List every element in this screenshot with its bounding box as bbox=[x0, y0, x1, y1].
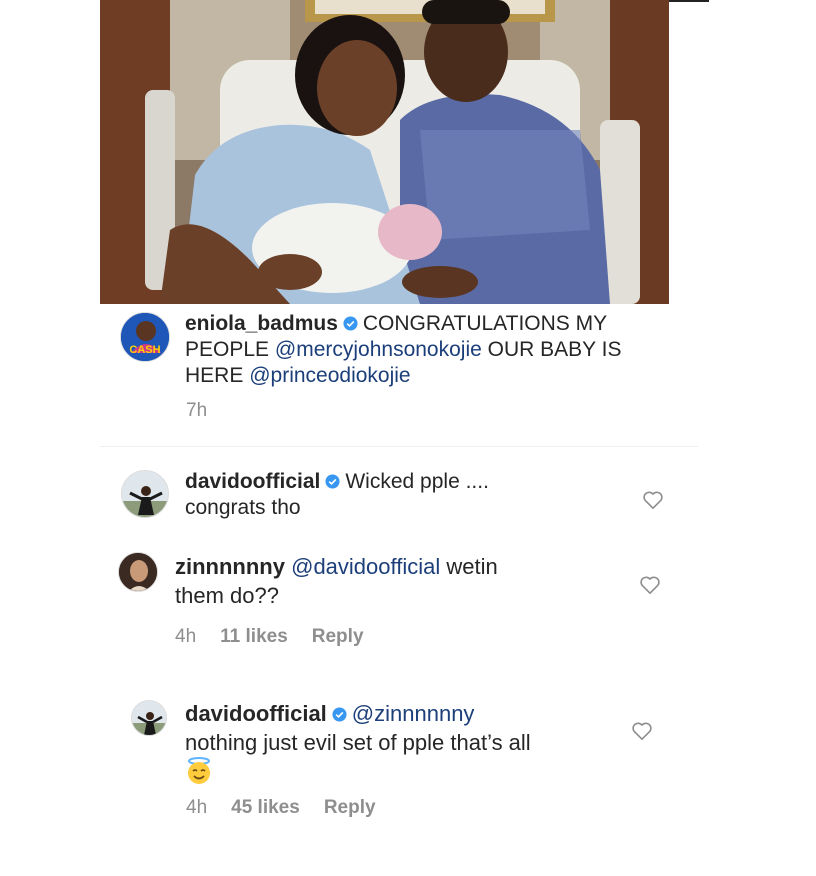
reply-button[interactable]: Reply bbox=[312, 626, 364, 647]
comment-2-meta: 4h 11 likes Reply bbox=[175, 626, 388, 648]
heart-like-icon[interactable] bbox=[642, 490, 664, 510]
verified-badge-icon bbox=[332, 707, 347, 722]
comment-text: wetin bbox=[446, 554, 498, 579]
timestamp: 7h bbox=[186, 400, 208, 421]
comment-username[interactable]: davidoofficial bbox=[185, 701, 327, 726]
caption-username[interactable]: eniola_badmus bbox=[185, 312, 338, 335]
caption-text: OUR BABY IS bbox=[487, 338, 622, 361]
comment-1: davidoofficial Wicked pple .... congrats … bbox=[185, 469, 625, 521]
comment-text: nothing just evil set of pple that’s all bbox=[185, 730, 531, 755]
comment-text: congrats tho bbox=[185, 496, 301, 519]
post-caption: eniola_badmus CONGRATULATIONS MY PEOPLE @… bbox=[185, 311, 665, 389]
avatar-image bbox=[132, 701, 166, 735]
avatar-davidoofficial[interactable] bbox=[131, 700, 167, 736]
heart-like-icon[interactable] bbox=[639, 575, 661, 595]
comment-text: Wicked pple .... bbox=[345, 470, 489, 493]
hospital-photo-illustration bbox=[100, 0, 669, 304]
heart-like-icon[interactable] bbox=[631, 721, 653, 741]
caption-text: PEOPLE bbox=[185, 338, 270, 361]
likes-count[interactable]: 45 likes bbox=[231, 797, 300, 818]
comment-3: davidoofficial @zinnnnnny nothing just ev… bbox=[185, 699, 625, 788]
smiling-face-with-halo-icon bbox=[188, 757, 210, 784]
mention-link[interactable]: @mercyjohnsonokojie bbox=[275, 338, 482, 361]
mention-link[interactable]: @princeodiokojie bbox=[249, 364, 410, 387]
comment-text: them do?? bbox=[175, 583, 279, 608]
divider-line bbox=[669, 0, 709, 2]
verified-badge-icon bbox=[325, 474, 340, 489]
avatar-image bbox=[119, 553, 157, 591]
mention-link[interactable]: @davidoofficial bbox=[291, 554, 440, 579]
post-photo[interactable] bbox=[100, 0, 669, 304]
caption-text: HERE bbox=[185, 364, 244, 387]
comment-2: zinnnnnny @davidoofficial wetin them do?… bbox=[175, 552, 595, 610]
caption-timestamp: 7h bbox=[186, 400, 231, 422]
avatar-davidoofficial[interactable] bbox=[121, 470, 169, 518]
comment-3-meta: 4h 45 likes Reply bbox=[186, 797, 400, 819]
likes-count[interactable]: 11 likes bbox=[220, 626, 288, 647]
verified-badge-icon bbox=[343, 316, 358, 331]
mention-link[interactable]: @zinnnnnny bbox=[352, 701, 475, 726]
caption-divider bbox=[100, 446, 698, 447]
avatar-zinnnnnny[interactable] bbox=[118, 552, 158, 592]
timestamp: 4h bbox=[175, 626, 197, 647]
timestamp: 4h bbox=[186, 797, 208, 818]
comment-username[interactable]: zinnnnnny bbox=[175, 554, 285, 579]
caption-text: CONGRATULATIONS MY bbox=[362, 312, 608, 335]
instagram-comments-screen: CASH eniola_badmus CONGRATULATIONS MY PEO… bbox=[0, 0, 816, 876]
avatar-image bbox=[122, 471, 168, 517]
avatar-brand-text: CASH bbox=[129, 344, 161, 356]
comment-username[interactable]: davidoofficial bbox=[185, 470, 320, 493]
reply-button[interactable]: Reply bbox=[324, 797, 376, 818]
